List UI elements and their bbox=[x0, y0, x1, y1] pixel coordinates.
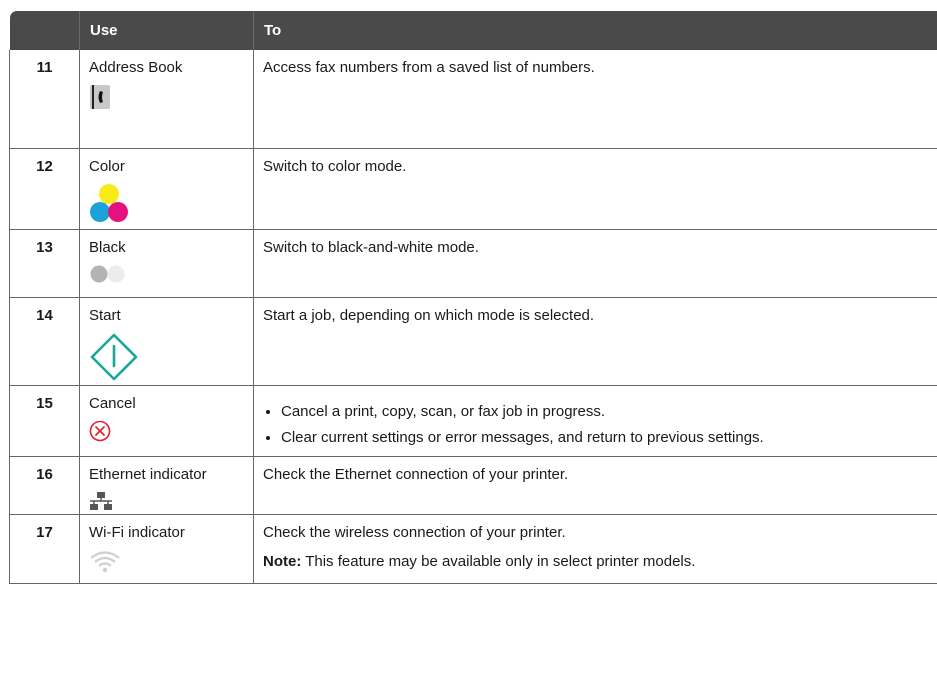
table-row: 13 Black Switch to black-and-white mode. bbox=[9, 229, 937, 298]
table-row: 17 Wi-Fi indicator Check the wireless co… bbox=[9, 514, 937, 584]
note: Note: This feature may be available only… bbox=[263, 553, 937, 570]
table-header-row: Use To bbox=[9, 11, 937, 50]
table-row: 15 Cancel Cancel a print, copy, scan, or… bbox=[9, 385, 937, 457]
to-cell: Access fax numbers from a saved list of … bbox=[253, 50, 937, 149]
color-icon bbox=[90, 184, 128, 222]
ethernet-icon bbox=[90, 492, 112, 510]
cancel-icon bbox=[89, 420, 111, 442]
use-label: Start bbox=[89, 307, 121, 324]
to-cell: Switch to black-and-white mode. bbox=[253, 229, 937, 298]
note-label: Note: bbox=[263, 553, 302, 570]
list-item: Clear current settings or error messages… bbox=[281, 429, 937, 446]
use-label: Black bbox=[89, 239, 126, 256]
use-cell: Ethernet indicator bbox=[79, 456, 254, 515]
use-cell: Address Book bbox=[79, 50, 254, 149]
to-text: Check the wireless connection of your pr… bbox=[263, 524, 566, 541]
header-blank bbox=[9, 11, 80, 50]
use-label: Cancel bbox=[89, 395, 136, 412]
list-item: Cancel a print, copy, scan, or fax job i… bbox=[281, 403, 937, 420]
table-row: 12 Color Switch to color mode. bbox=[9, 148, 937, 230]
to-cell: Cancel a print, copy, scan, or fax job i… bbox=[253, 385, 937, 457]
row-number: 14 bbox=[9, 297, 80, 386]
note-text: This feature may be available only in se… bbox=[301, 553, 696, 570]
header-use: Use bbox=[79, 11, 254, 50]
row-number: 12 bbox=[9, 148, 80, 230]
row-number: 17 bbox=[9, 514, 80, 584]
row-number: 11 bbox=[9, 50, 80, 149]
start-icon bbox=[90, 333, 138, 381]
to-cell: Switch to color mode. bbox=[253, 148, 937, 230]
use-cell: Cancel bbox=[79, 385, 254, 457]
use-label: Address Book bbox=[89, 59, 183, 76]
to-cell: Start a job, depending on which mode is … bbox=[253, 297, 937, 386]
address-book-icon bbox=[90, 85, 110, 109]
use-cell: Color bbox=[79, 148, 254, 230]
use-label: Ethernet indicator bbox=[89, 466, 207, 483]
table-row: 16 Ethernet indicator Check the Ethernet… bbox=[9, 456, 937, 515]
to-cell: Check the Ethernet connection of your pr… bbox=[253, 456, 937, 515]
use-cell: Black bbox=[79, 229, 254, 298]
use-label: Wi-Fi indicator bbox=[89, 524, 185, 541]
row-number: 15 bbox=[9, 385, 80, 457]
header-to: To bbox=[253, 11, 937, 50]
row-number: 16 bbox=[9, 456, 80, 515]
to-cell: Check the wireless connection of your pr… bbox=[253, 514, 937, 584]
table-row: 14 Start Start a job, depending on which… bbox=[9, 297, 937, 386]
table-row: 11 Address Book Access fax numbers from … bbox=[9, 50, 937, 149]
bullet-list: Cancel a print, copy, scan, or fax job i… bbox=[263, 403, 937, 446]
use-label: Color bbox=[89, 158, 125, 175]
use-cell: Start bbox=[79, 297, 254, 386]
wifi-icon bbox=[90, 551, 120, 573]
row-number: 13 bbox=[9, 229, 80, 298]
black-icon bbox=[90, 265, 125, 283]
control-panel-table: Use To 11 Address Book Access fax number… bbox=[9, 11, 937, 584]
use-cell: Wi-Fi indicator bbox=[79, 514, 254, 584]
